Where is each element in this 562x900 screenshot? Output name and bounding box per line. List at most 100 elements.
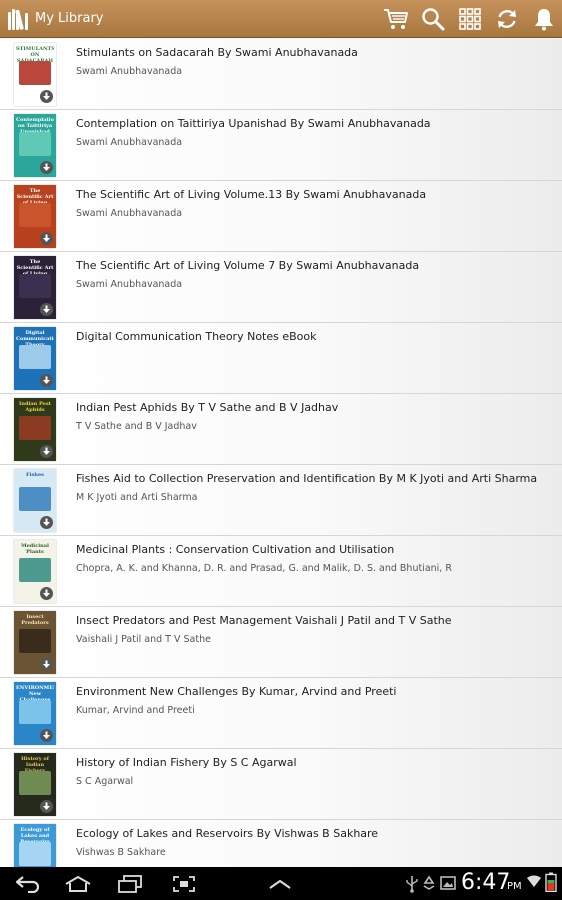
book-list-item[interactable]: STIMULANTS ON SADACARAH Stimulants on Sa… (0, 39, 562, 110)
grid-view-button[interactable] (451, 0, 488, 38)
download-button[interactable] (40, 445, 53, 458)
book-cover-art (19, 416, 51, 440)
book-cover[interactable]: ENVIRONMENT New Challenges (14, 682, 56, 745)
book-author: S C Agarwal (76, 776, 134, 787)
book-list-item[interactable]: Medicinal Plants Medicinal Plants : Cons… (0, 536, 562, 607)
library-app-icon[interactable] (7, 6, 31, 32)
book-cover-text: Insect Predators (21, 614, 49, 626)
book-title: Contemplation on Taittiriya Upanishad By… (76, 117, 431, 130)
book-list-item[interactable]: History of Indian Fishery History of Ind… (0, 749, 562, 820)
book-cover[interactable]: Medicinal Plants (14, 540, 56, 603)
download-icon (43, 802, 50, 810)
cart-icon (383, 9, 408, 29)
download-button[interactable] (40, 587, 53, 600)
book-cover-art (19, 132, 51, 156)
book-cover[interactable]: Contemplation on Taittiriya Upanishad (14, 114, 56, 177)
grid-view-icon (458, 8, 481, 30)
book-list-item[interactable]: Insect Predators Insect Predators and Pe… (0, 607, 562, 678)
book-author: Swami Anubhavanada (76, 66, 183, 77)
book-cover[interactable]: Insect Predators (14, 611, 56, 674)
screenshot-button[interactable] (162, 867, 206, 900)
system-navigation-bar: 6:47 PM (0, 867, 562, 900)
recent-apps-button[interactable] (108, 867, 152, 900)
book-author: Swami Anubhavanada (76, 208, 183, 219)
book-list[interactable]: STIMULANTS ON SADACARAH Stimulants on Sa… (0, 39, 562, 867)
refresh-button[interactable] (488, 0, 525, 38)
book-cover[interactable]: Ecology of Lakes and Reservoirs (14, 824, 56, 867)
book-title: History of Indian Fishery By S C Agarwal (76, 756, 297, 769)
book-list-item[interactable]: Digital Communication Theory Digital Com… (0, 323, 562, 394)
book-cover-text: Indian Pest Aphids (19, 401, 51, 413)
book-cover[interactable]: STIMULANTS ON SADACARAH (14, 43, 56, 106)
gallery-icon (440, 876, 456, 890)
book-author: T V Sathe and B V Jadhav (76, 421, 197, 432)
notification-bell-icon (534, 9, 553, 31)
book-cover-art (19, 203, 51, 227)
clock-ampm: PM (507, 881, 522, 892)
book-cover-art (19, 842, 51, 866)
download-button[interactable] (40, 800, 53, 813)
download-button[interactable] (40, 516, 53, 529)
book-cover-art (19, 629, 51, 653)
download-button[interactable] (40, 658, 53, 671)
book-cover-text: Fishes (26, 472, 44, 478)
download-icon (43, 447, 50, 455)
download-icon (43, 376, 50, 384)
book-cover[interactable]: The Scientific Art of Living (14, 185, 56, 248)
wifi-icon (527, 875, 541, 887)
app-title: My Library (35, 11, 104, 26)
book-cover-art (19, 345, 51, 369)
book-title: Indian Pest Aphids By T V Sathe and B V … (76, 401, 339, 414)
download-icon (43, 660, 50, 668)
book-cover[interactable]: Digital Communication Theory (14, 327, 56, 390)
book-cover-art (19, 487, 51, 511)
book-cover-text: Medicinal Plants (21, 543, 49, 555)
book-cover-art (19, 771, 51, 795)
book-list-item[interactable]: Contemplation on Taittiriya Upanishad Co… (0, 110, 562, 181)
book-cover[interactable]: Fishes (14, 469, 56, 532)
battery-icon (545, 872, 557, 892)
download-button[interactable] (40, 374, 53, 387)
book-cover[interactable]: The Scientific Art of Living (14, 256, 56, 319)
book-title: The Scientific Art of Living Volume.13 B… (76, 188, 427, 201)
download-button[interactable] (40, 161, 53, 174)
book-author: Kumar, Arvind and Preeti (76, 705, 195, 716)
download-button[interactable] (40, 90, 53, 103)
download-button[interactable] (40, 303, 53, 316)
book-cover-art (19, 274, 51, 298)
notifications-button[interactable] (525, 0, 562, 38)
book-cover[interactable]: Indian Pest Aphids (14, 398, 56, 461)
search-icon (421, 8, 444, 31)
home-button[interactable] (56, 867, 100, 900)
book-author: Vishwas B Sakhare (76, 847, 166, 858)
book-list-item[interactable]: Indian Pest Aphids Indian Pest Aphids By… (0, 394, 562, 465)
book-title: Digital Communication Theory Notes eBook (76, 330, 317, 343)
book-list-item[interactable]: ENVIRONMENT New Challenges Environment N… (0, 678, 562, 749)
action-bar: My Library (0, 0, 562, 38)
book-title: Insect Predators and Pest Management Vai… (76, 614, 452, 627)
book-title: The Scientific Art of Living Volume 7 By… (76, 259, 420, 272)
download-icon (43, 731, 50, 739)
book-author: Vaishali J Patil and T V Sathe (76, 634, 211, 645)
book-list-item[interactable]: The Scientific Art of Living The Scienti… (0, 181, 562, 252)
download-icon (43, 163, 50, 171)
search-button[interactable] (414, 0, 451, 38)
cart-button[interactable] (377, 0, 414, 38)
home-icon (65, 875, 91, 892)
download-button[interactable] (40, 729, 53, 742)
book-cover[interactable]: History of Indian Fishery (14, 753, 56, 816)
screenshot-icon (173, 875, 195, 892)
book-list-item[interactable]: Fishes Fishes Aid to Collection Preserva… (0, 465, 562, 536)
usb-icon (406, 876, 418, 893)
book-title: Environment New Challenges By Kumar, Arv… (76, 685, 397, 698)
download-icon (43, 589, 50, 597)
clock-time: 6:47 (461, 870, 511, 895)
book-list-item[interactable]: The Scientific Art of Living The Scienti… (0, 252, 562, 323)
book-title: Medicinal Plants : Conservation Cultivat… (76, 543, 395, 556)
download-icon (43, 518, 50, 526)
back-button[interactable] (6, 867, 50, 900)
download-button[interactable] (40, 232, 53, 245)
menu-up-button[interactable] (258, 867, 302, 900)
back-icon (15, 875, 40, 893)
book-list-item[interactable]: Ecology of Lakes and Reservoirs Ecology … (0, 820, 562, 867)
